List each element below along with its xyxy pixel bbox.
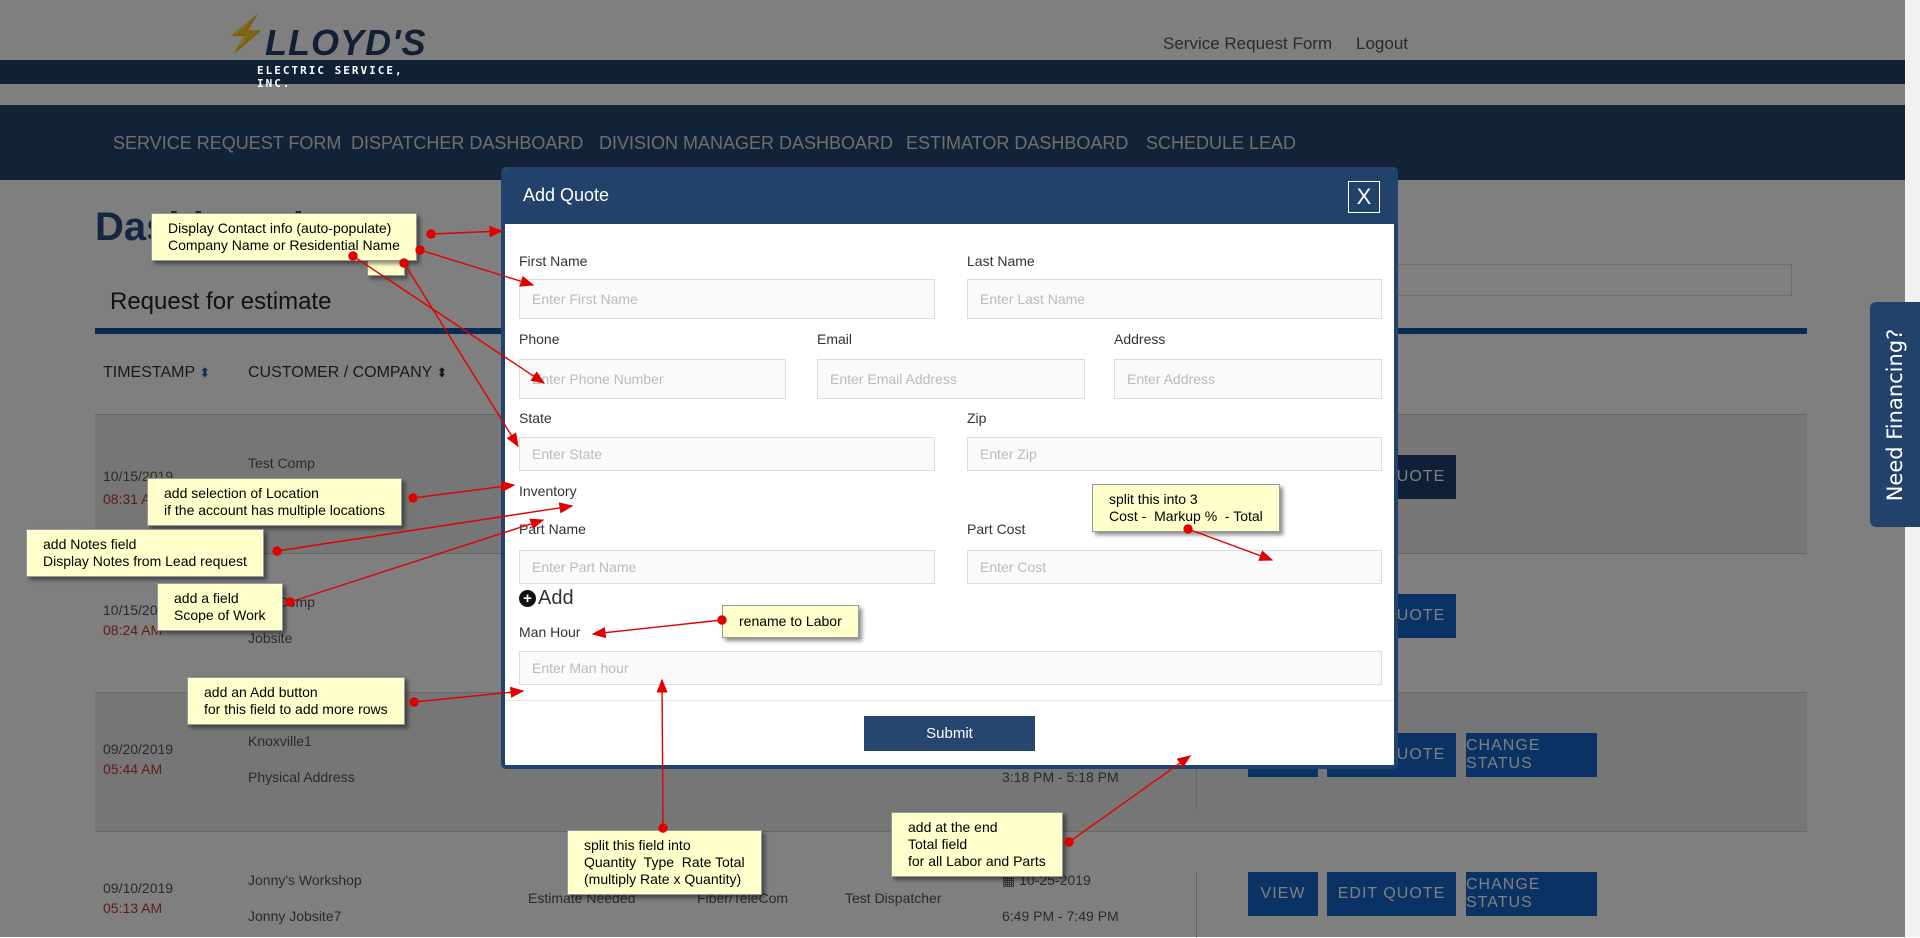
submit-button[interactable]: Submit — [864, 716, 1035, 751]
add-quote-modal: Add Quote X First Name Last Name Phone E… — [501, 167, 1398, 769]
modal-header: Add Quote X — [505, 167, 1394, 224]
first-name-input[interactable] — [519, 279, 935, 319]
annotation-note-split-labor: split this field into Quantity Type Rate… — [567, 830, 762, 895]
man-hour-input[interactable] — [519, 651, 1382, 685]
inventory-heading: Inventory — [519, 483, 577, 499]
last-name-input[interactable] — [967, 279, 1382, 319]
annotation-note-notes-field: add Notes field Display Notes from Lead … — [26, 529, 264, 577]
zip-input[interactable] — [967, 437, 1382, 471]
state-input[interactable] — [519, 437, 935, 471]
address-input[interactable] — [1114, 359, 1382, 399]
modal-title: Add Quote — [523, 185, 610, 205]
plus-circle-icon: + — [519, 590, 536, 607]
annotation-note-location: add selection of Location if the account… — [147, 478, 403, 526]
annotation-note-rename-labor: rename to Labor — [722, 605, 859, 638]
annotation-note-scope-of-work: add a field Scope of Work — [157, 583, 283, 631]
annotation-note-add-button: add an Add button for this field to add … — [187, 677, 405, 725]
close-button[interactable]: X — [1348, 181, 1380, 213]
email-input[interactable] — [817, 359, 1085, 399]
part-name-input[interactable] — [519, 550, 935, 584]
close-icon: X — [1356, 184, 1372, 209]
annotation-note-contact-info: Display Contact info (auto-populate) Com… — [151, 213, 417, 261]
add-part-button[interactable]: + Add — [519, 587, 574, 610]
part-cost-input[interactable] — [967, 550, 1382, 584]
need-financing-tab[interactable]: Need Financing? — [1870, 302, 1920, 527]
phone-input[interactable] — [519, 359, 786, 399]
annotation-note-split-cost: split this into 3 Cost - Markup % - Tota… — [1092, 484, 1280, 532]
annotation-note-total-field: add at the end Total field for all Labor… — [891, 812, 1063, 877]
